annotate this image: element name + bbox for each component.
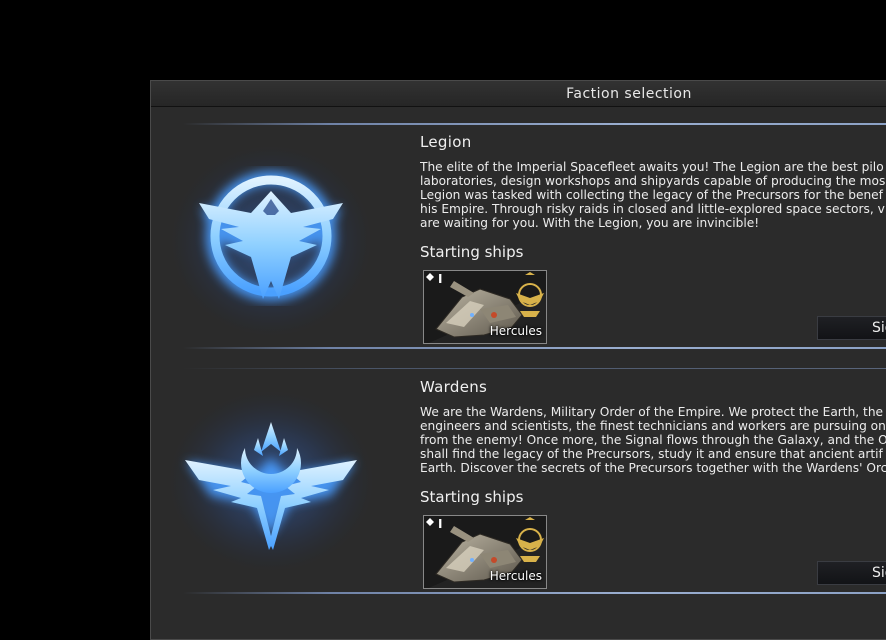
description-line: laboratories, design workshops and shipy…	[420, 174, 886, 188]
description-line: are waiting for you. With the Legion, yo…	[420, 216, 760, 230]
description-line: his Empire. Through risky raids in close…	[420, 202, 885, 216]
separator	[183, 592, 886, 594]
ship-level: I	[438, 517, 443, 531]
faction-name-wardens: Wardens	[420, 378, 488, 396]
ship-card-hercules[interactable]: I Hercules	[423, 515, 547, 589]
description-line: The elite of the Imperial Spacefleet awa…	[420, 160, 884, 174]
starting-ships-label: Starting ships	[420, 243, 524, 261]
separator	[183, 368, 886, 369]
faction-name-legion: Legion	[420, 133, 472, 151]
dialog-title: Faction selection	[566, 86, 692, 102]
separator	[183, 347, 886, 349]
ship-name: Hercules	[489, 324, 542, 338]
sign-up-button-legion[interactable]: Sig	[817, 316, 886, 340]
title-bar: Faction selection	[151, 81, 886, 107]
description-line: We are the Wardens, Military Order of th…	[420, 405, 884, 419]
faction-description-legion: The elite of the Imperial Spacefleet awa…	[420, 160, 886, 230]
ship-name: Hercules	[489, 569, 542, 583]
description-line: from the enemy! Once more, the Signal fl…	[420, 433, 886, 447]
faction-description-wardens: We are the Wardens, Military Order of th…	[420, 405, 886, 475]
ship-level: I	[438, 272, 443, 286]
description-line: Earth. Discover the secrets of the Precu…	[420, 461, 886, 475]
sign-up-button-wardens[interactable]: Sig	[817, 561, 886, 585]
ship-card-hercules[interactable]: I Hercules	[423, 270, 547, 344]
faction-selection-dialog: Faction selection Legion The elite of th…	[150, 80, 886, 640]
starting-ships-label: Starting ships	[420, 488, 524, 506]
description-line: Legion was tasked with collecting the le…	[420, 188, 883, 202]
wardens-emblem-icon[interactable]	[161, 386, 381, 586]
description-line: shall find the legacy of the Precursors,…	[420, 447, 883, 461]
legion-emblem-icon[interactable]	[161, 141, 381, 341]
separator	[183, 123, 886, 125]
description-line: engineers and scientists, the finest tec…	[420, 419, 886, 433]
